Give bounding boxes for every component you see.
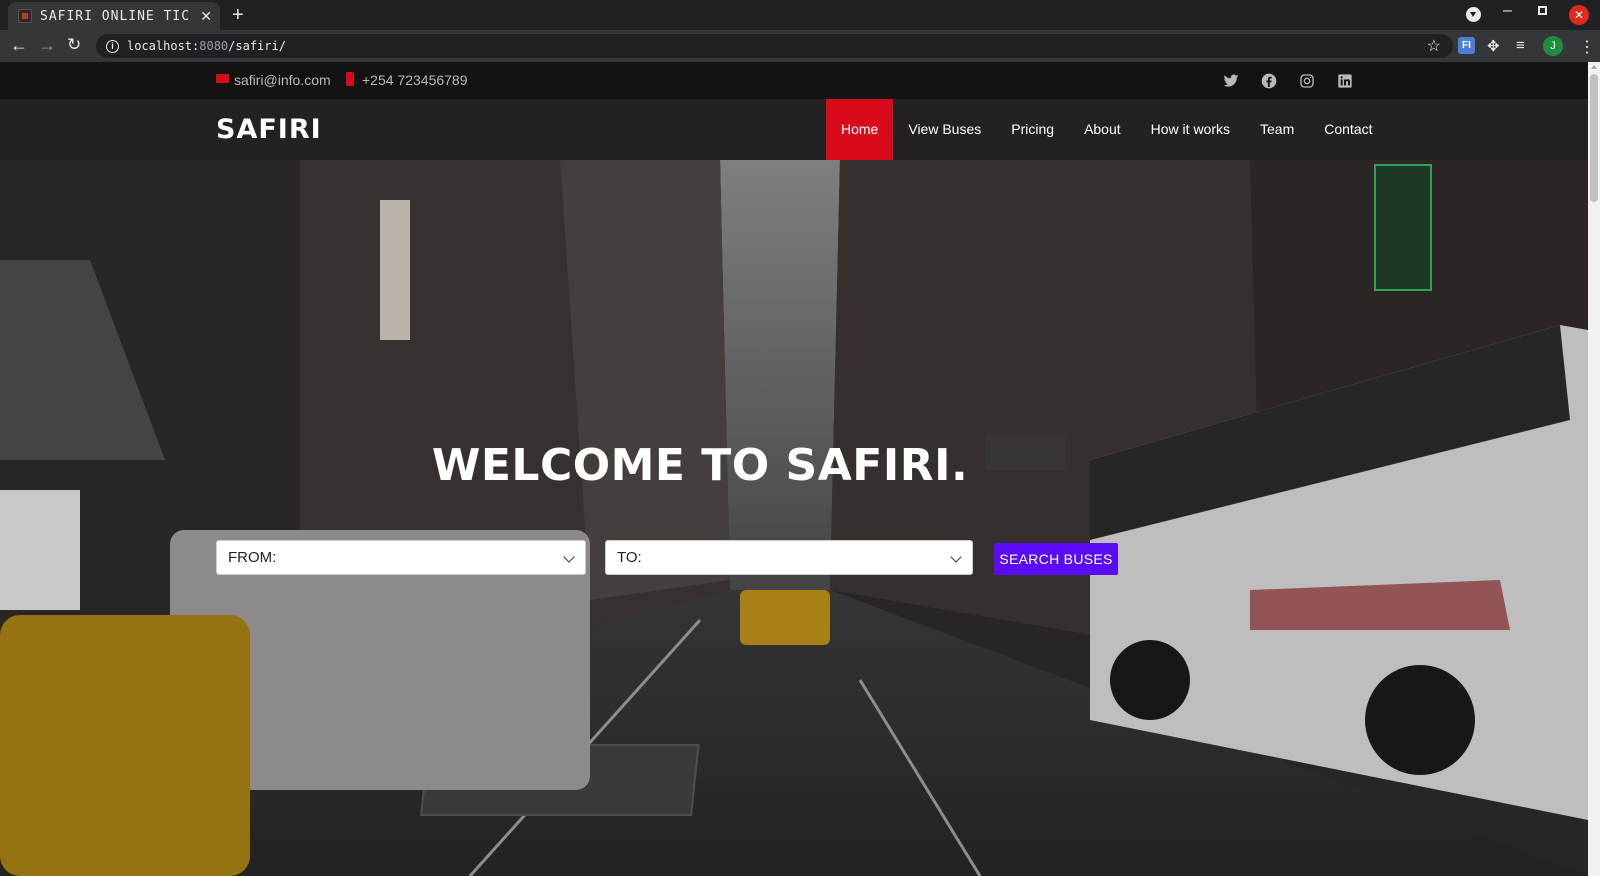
instagram-icon[interactable] xyxy=(1299,73,1315,89)
nav-how-it-works[interactable]: How it works xyxy=(1136,99,1245,160)
media-control-icon[interactable]: ≡ xyxy=(1516,37,1525,54)
nav-home[interactable]: Home xyxy=(826,99,894,160)
from-select-label: FROM: xyxy=(228,549,277,566)
hero-title: WELCOME TO SAFIRI. xyxy=(431,440,969,491)
nav-view-buses[interactable]: View Buses xyxy=(893,99,996,160)
site-logo[interactable]: SAFIRI xyxy=(216,114,322,145)
tab-close-icon[interactable]: ✕ xyxy=(200,8,212,25)
extensions-puzzle-icon[interactable]: ✥ xyxy=(1487,37,1500,55)
main-nav: Home View Buses Pricing About How it wor… xyxy=(826,99,1388,160)
browser-tab-bar: SAFIRI ONLINE TIC ✕ + – ✕ xyxy=(0,0,1600,30)
new-tab-icon[interactable]: + xyxy=(232,4,244,27)
to-select-label: TO: xyxy=(617,549,642,566)
favicon-icon xyxy=(18,9,32,23)
profile-avatar[interactable]: J xyxy=(1543,36,1563,56)
address-bar[interactable]: i localhost:8080/safiri/ ☆ xyxy=(96,34,1453,58)
contact-email[interactable]: safiri@info.com xyxy=(216,72,331,88)
maximize-icon[interactable] xyxy=(1538,6,1547,15)
site-info-icon[interactable]: i xyxy=(106,39,119,53)
minimize-icon[interactable]: – xyxy=(1503,2,1512,20)
nav-team[interactable]: Team xyxy=(1245,99,1309,160)
hero-section: WELCOME TO SAFIRI. FROM: TO: SEARCH BUSE… xyxy=(0,160,1588,876)
facebook-icon[interactable] xyxy=(1261,73,1277,89)
reload-icon[interactable]: ↻ xyxy=(67,36,81,54)
browser-menu-icon[interactable]: ⋮ xyxy=(1579,37,1595,56)
page-viewport: safiri@info.com +254 723456789 SAFIRI Ho… xyxy=(0,62,1588,876)
tab-title: SAFIRI ONLINE TIC xyxy=(40,8,191,24)
browser-toolbar: ← → ↻ i localhost:8080/safiri/ ☆ FI ✥ ≡ … xyxy=(0,30,1600,62)
to-select[interactable]: TO: xyxy=(605,540,973,575)
nav-pricing[interactable]: Pricing xyxy=(996,99,1069,160)
chevron-down-icon xyxy=(950,551,962,563)
envelope-icon xyxy=(216,73,229,83)
email-text: safiri@info.com xyxy=(234,72,331,88)
scroll-up-arrow-icon[interactable] xyxy=(1591,65,1597,69)
contact-phone[interactable]: +254 723456789 xyxy=(346,72,468,88)
url-port: 8080 xyxy=(199,39,229,53)
url-host: localhost: xyxy=(127,39,200,53)
phone-text: +254 723456789 xyxy=(362,72,468,88)
phone-icon xyxy=(346,72,354,86)
url-path: /safiri/ xyxy=(228,39,286,53)
linkedin-icon[interactable] xyxy=(1337,73,1353,89)
url-text: localhost:8080/safiri/ xyxy=(127,39,286,53)
extension-fi-icon[interactable]: FI xyxy=(1458,37,1475,54)
bookmark-star-icon[interactable]: ☆ xyxy=(1427,36,1441,56)
hero-overlay xyxy=(0,160,1588,876)
site-header: SAFIRI Home View Buses Pricing About How… xyxy=(0,99,1588,160)
chevron-down-icon xyxy=(563,551,575,563)
browser-tab[interactable]: SAFIRI ONLINE TIC ✕ xyxy=(8,2,220,30)
forward-arrow-icon[interactable]: → xyxy=(38,36,56,54)
tab-search-icon[interactable] xyxy=(1466,7,1481,22)
twitter-icon[interactable] xyxy=(1223,73,1239,89)
window-close-icon[interactable]: ✕ xyxy=(1569,5,1589,25)
nav-about[interactable]: About xyxy=(1069,99,1136,160)
contact-topbar: safiri@info.com +254 723456789 xyxy=(0,62,1588,99)
from-select[interactable]: FROM: xyxy=(216,540,586,575)
back-arrow-icon[interactable]: ← xyxy=(10,36,28,54)
search-buses-button[interactable]: SEARCH BUSES xyxy=(994,543,1118,575)
scrollbar-thumb[interactable] xyxy=(1590,74,1598,202)
nav-contact[interactable]: Contact xyxy=(1309,99,1387,160)
page-scrollbar[interactable] xyxy=(1588,62,1600,876)
